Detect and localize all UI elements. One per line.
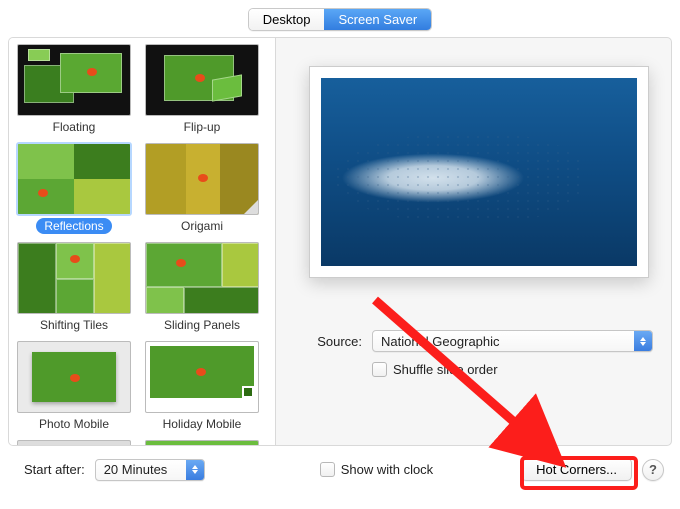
screensaver-item-partial-2[interactable]: [143, 440, 261, 445]
source-value: National Geographic: [381, 334, 634, 349]
screensaver-item-sliding[interactable]: Sliding Panels: [143, 242, 261, 333]
main-panel: Floating Flip-up Reflections Origami Shi…: [8, 37, 672, 446]
preview-image: [321, 78, 637, 266]
segmented-control: Desktop Screen Saver: [248, 8, 432, 31]
bottom-bar: Start after: 20 Minutes Show with clock …: [0, 446, 680, 481]
start-after-value: 20 Minutes: [104, 462, 186, 477]
screensaver-label: Photo Mobile: [31, 416, 117, 432]
source-select[interactable]: National Geographic: [372, 330, 653, 352]
screensaver-item-photo-mobile[interactable]: Photo Mobile: [15, 341, 133, 432]
screensaver-item-partial-1[interactable]: [15, 440, 133, 445]
screensaver-label: Holiday Mobile: [155, 416, 250, 432]
source-label: Source:: [304, 334, 362, 349]
tab-screensaver[interactable]: Screen Saver: [324, 9, 431, 30]
screensaver-label: Sliding Panels: [156, 317, 248, 333]
tab-bar: Desktop Screen Saver: [0, 0, 680, 37]
select-arrows-icon: [634, 331, 652, 351]
preview-pane: Source: National Geographic Shuffle slid…: [276, 38, 671, 445]
show-clock-checkbox[interactable]: [320, 462, 335, 477]
screensaver-item-reflections[interactable]: Reflections: [15, 143, 133, 234]
screensaver-item-holiday-mobile[interactable]: Holiday Mobile: [143, 341, 261, 432]
screensaver-item-flipup[interactable]: Flip-up: [143, 44, 261, 135]
screensaver-label: Shifting Tiles: [32, 317, 116, 333]
start-after-label: Start after:: [24, 462, 85, 477]
screensaver-label: Origami: [173, 218, 231, 234]
screensaver-label: Flip-up: [176, 119, 229, 135]
hot-corners-button[interactable]: Hot Corners...: [521, 458, 632, 481]
screensaver-item-shifting[interactable]: Shifting Tiles: [15, 242, 133, 333]
shuffle-label: Shuffle slide order: [393, 362, 498, 377]
screensaver-label: Floating: [45, 119, 104, 135]
start-after-select[interactable]: 20 Minutes: [95, 459, 205, 481]
screensaver-list[interactable]: Floating Flip-up Reflections Origami Shi…: [9, 38, 276, 445]
help-button[interactable]: ?: [642, 459, 664, 481]
screensaver-item-floating[interactable]: Floating: [15, 44, 133, 135]
screensaver-label: Reflections: [36, 218, 111, 234]
shuffle-checkbox[interactable]: [372, 362, 387, 377]
screensaver-preview: [309, 66, 649, 278]
select-arrows-icon: [186, 460, 204, 480]
screensaver-item-origami[interactable]: Origami: [143, 143, 261, 234]
show-clock-label: Show with clock: [341, 462, 433, 477]
tab-desktop[interactable]: Desktop: [249, 9, 325, 30]
